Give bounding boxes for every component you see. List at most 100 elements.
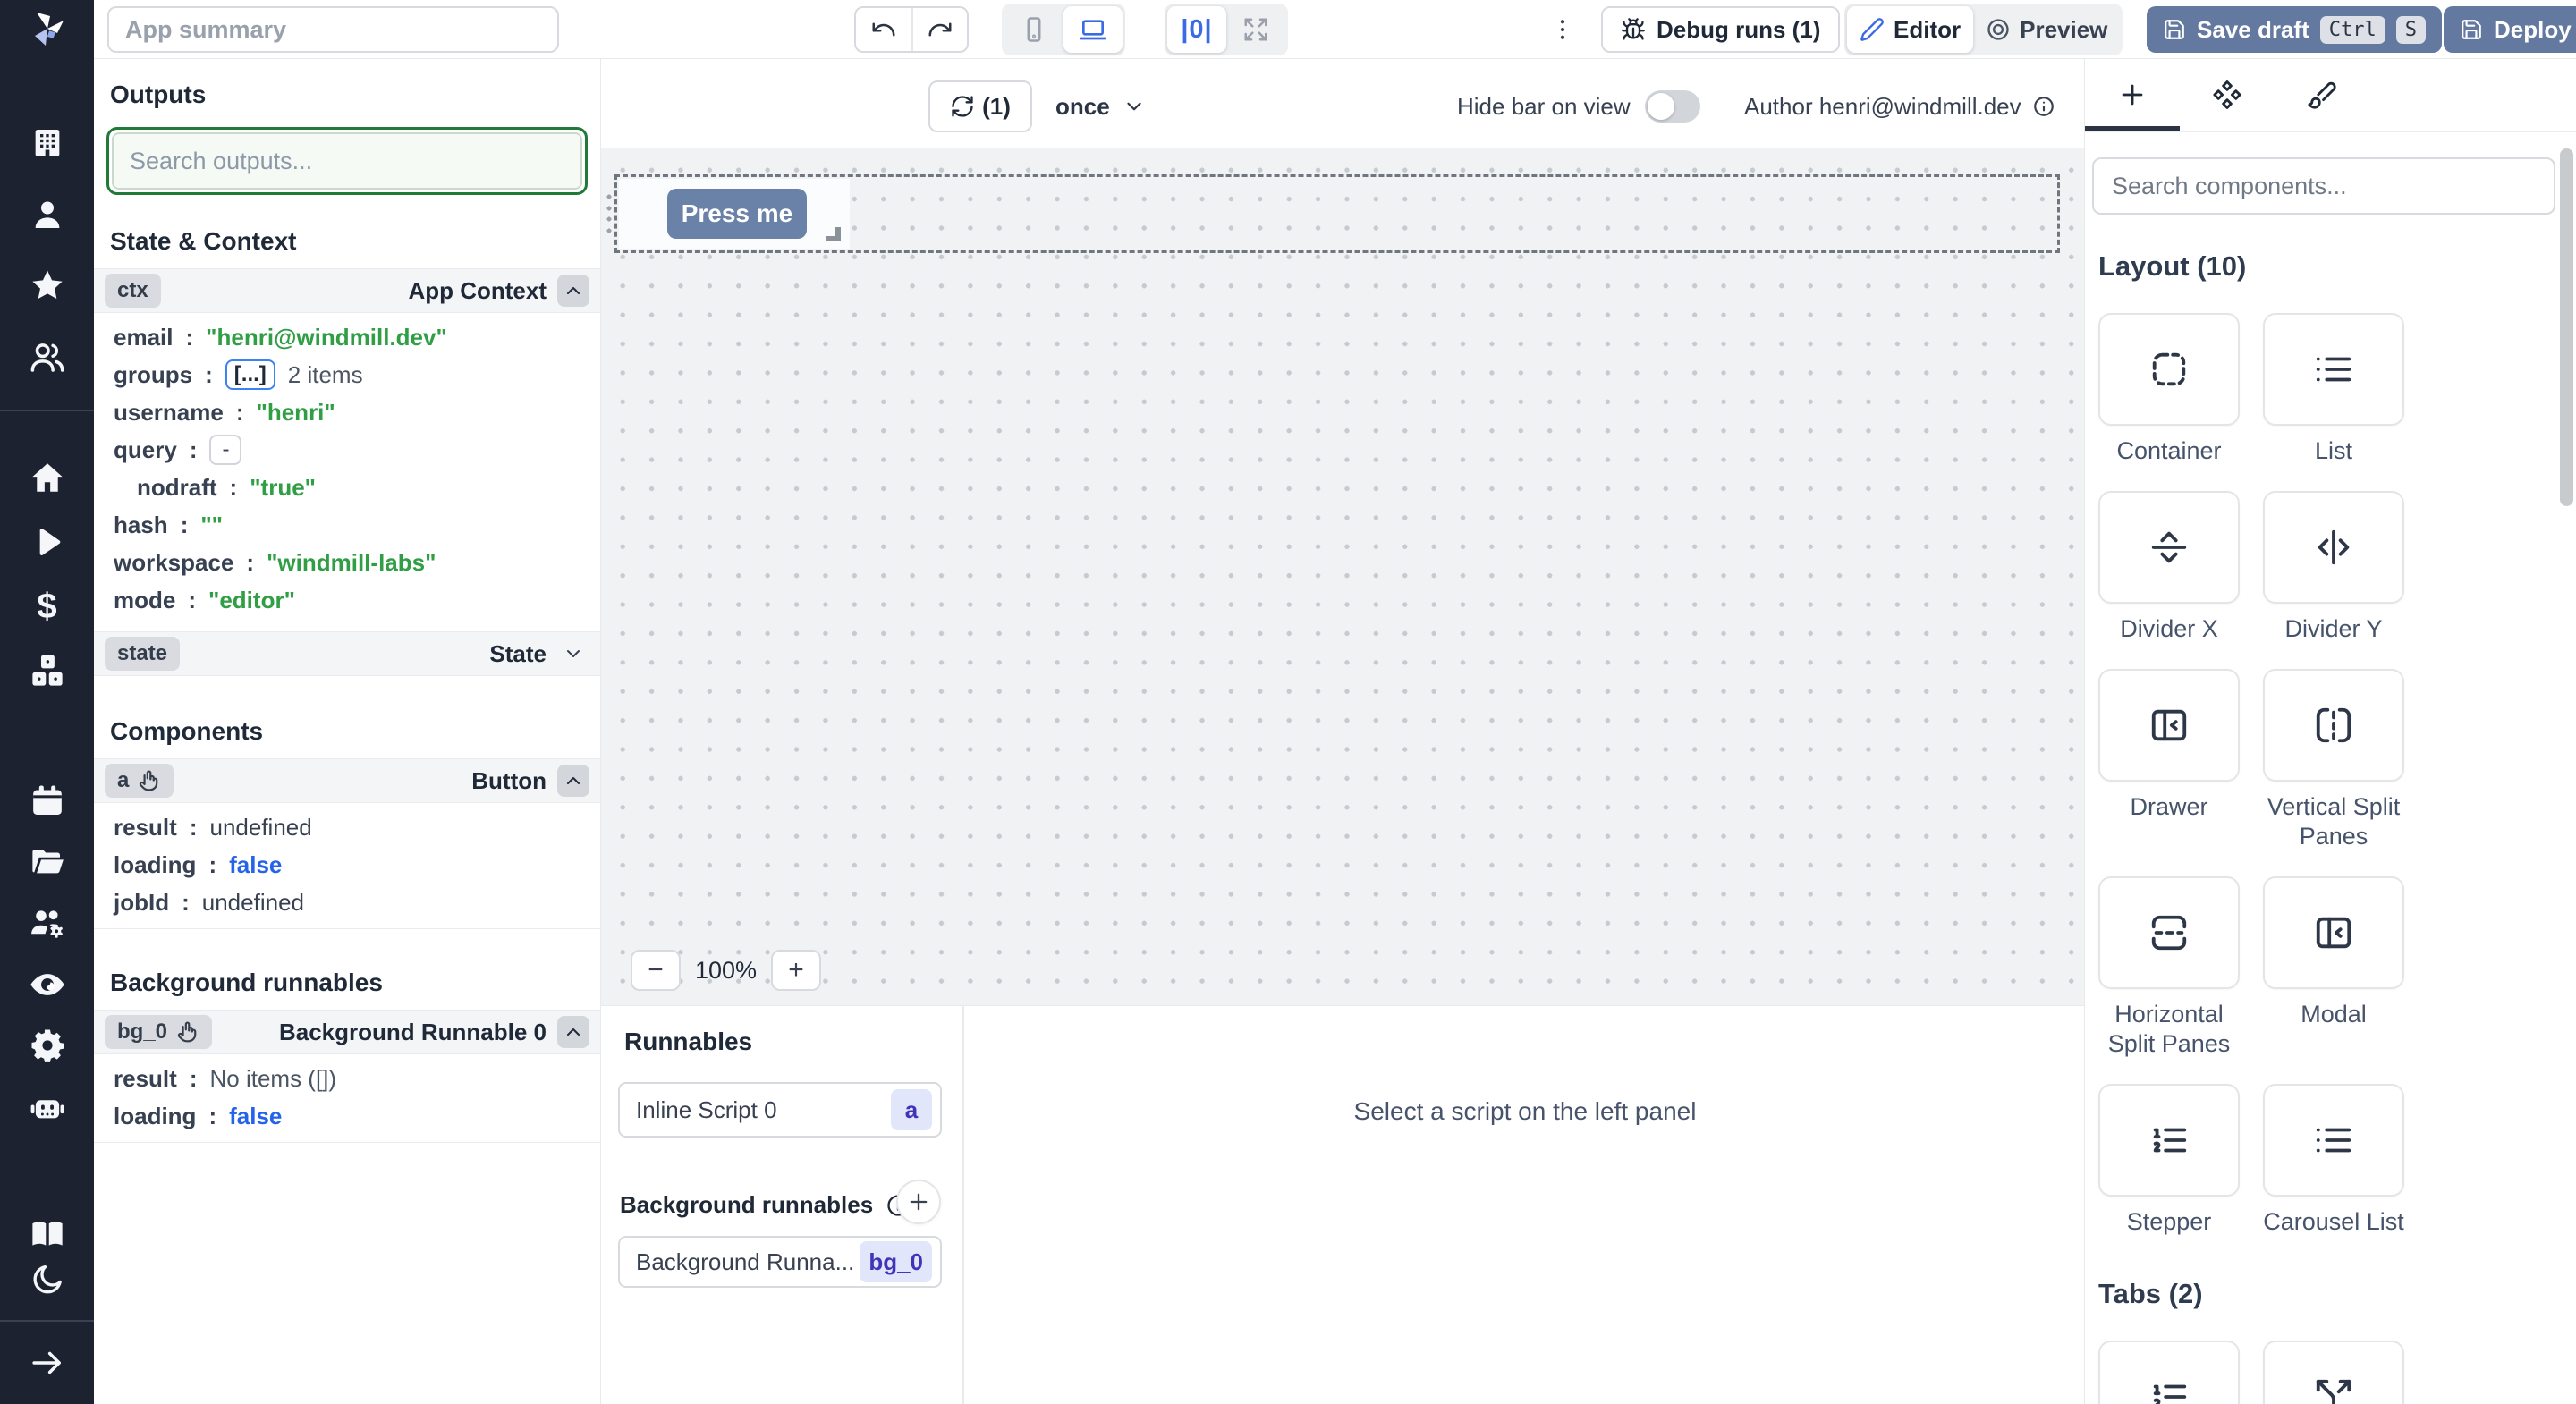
state-header-row[interactable]: state State — [94, 631, 600, 676]
deploy-save-icon — [2462, 20, 2481, 39]
hide-bar-label: Hide bar on view — [1457, 92, 1631, 120]
ctx-collapse-button[interactable] — [557, 275, 589, 307]
more-menu-button[interactable] — [1545, 9, 1580, 50]
settings-gear-icon[interactable] — [26, 1024, 69, 1067]
kbd-s: S — [2395, 15, 2426, 44]
mobile-view-button[interactable] — [1004, 6, 1063, 53]
user-icon[interactable] — [26, 193, 69, 236]
desktop-view-button[interactable] — [1063, 6, 1123, 53]
tabs-grid — [2098, 1340, 2576, 1404]
groups-users-gear-icon[interactable] — [26, 901, 69, 944]
selected-row-outline[interactable]: Press me — [605, 174, 2060, 253]
schedule-dropdown[interactable]: once — [1055, 80, 1146, 132]
kebab-menu-icon — [1560, 20, 1565, 39]
tab-styling[interactable] — [2275, 59, 2369, 131]
bg0-id-badge[interactable]: bg_0 — [105, 1015, 213, 1049]
ctx-row-query: query: - — [94, 431, 600, 469]
horizontal-split-icon — [2151, 915, 2187, 950]
tab-insert-component[interactable] — [2085, 59, 2180, 131]
component-grid-area: Layout (10) Container List Divider X Div… — [2085, 215, 2576, 1404]
component-divider-x[interactable]: Divider X — [2098, 490, 2240, 644]
component-vertical-split[interactable]: Vertical Split Panes — [2263, 668, 2404, 851]
ctx-id-badge[interactable]: ctx — [105, 274, 161, 308]
zoom-in-button[interactable]: + — [771, 950, 822, 991]
ai-robot-icon[interactable] — [26, 1087, 69, 1129]
inline-script-item[interactable]: Inline Script 0 a — [618, 1082, 942, 1138]
deploy-button[interactable]: Deploy — [2444, 6, 2576, 53]
kbd-ctrl: Ctrl — [2319, 15, 2385, 44]
background-runnable-item[interactable]: Background Runna... bg_0 — [618, 1236, 942, 1288]
collapse-arrow-right-icon[interactable] — [26, 1341, 69, 1384]
expand-button[interactable] — [1226, 6, 1285, 53]
modal-icon — [2316, 917, 2351, 948]
container-icon — [2152, 352, 2186, 386]
debug-runs-button[interactable]: Debug runs (1) — [1601, 6, 1841, 53]
app-summary-input[interactable] — [107, 6, 559, 53]
component-modal[interactable]: Modal — [2263, 875, 2404, 1059]
canvas-grid[interactable]: Press me − 100% + — [601, 148, 2084, 1005]
state-id-badge[interactable]: state — [105, 637, 181, 671]
component-tabs[interactable] — [2098, 1340, 2240, 1404]
outputs-title: Outputs — [110, 80, 207, 108]
button-rows: result: undefined loading: false jobId: … — [94, 803, 600, 929]
state-expand-button[interactable] — [557, 638, 589, 670]
component-stepper[interactable]: Stepper — [2098, 1083, 2240, 1237]
button-collapse-button[interactable] — [557, 765, 589, 797]
undo-button[interactable] — [856, 8, 911, 51]
outputs-search-input[interactable] — [112, 132, 582, 190]
groups-array-badge[interactable]: [...] — [225, 359, 275, 390]
schedules-calendar-icon[interactable] — [26, 780, 69, 823]
component-horizontal-split[interactable]: Horizontal Split Panes — [2098, 875, 2240, 1059]
windmill-logo-icon[interactable] — [26, 7, 69, 50]
paintbrush-icon — [2308, 81, 2336, 109]
workspace-building-icon[interactable] — [26, 122, 69, 165]
hide-bar-control: Hide bar on view — [1457, 80, 1700, 132]
components-search-input[interactable] — [2092, 157, 2555, 215]
component-container[interactable]: Container — [2098, 313, 2240, 466]
tab-editor[interactable]: Editor — [1847, 6, 1974, 53]
component-divider-y[interactable]: Divider Y — [2263, 490, 2404, 644]
center-content-icon: |0| — [1181, 14, 1213, 44]
button-component-title: Button — [471, 766, 547, 794]
component-list[interactable]: List — [2263, 313, 2404, 466]
rail-divider — [0, 410, 94, 411]
press-me-button[interactable]: Press me — [667, 189, 807, 239]
empty-hint: Select a script on the left panel — [1353, 1097, 1697, 1125]
save-draft-button[interactable]: Save draft Ctrl S — [2147, 6, 2442, 53]
component-conditional-tabs[interactable] — [2263, 1340, 2404, 1404]
button-component-card[interactable]: Press me — [619, 179, 850, 249]
info-icon[interactable] — [2032, 95, 2055, 118]
dark-mode-moon-icon[interactable] — [26, 1258, 69, 1301]
variables-dollar-icon[interactable]: $ — [26, 585, 69, 628]
hide-bar-toggle[interactable] — [1644, 90, 1700, 123]
docs-book-icon[interactable] — [26, 1213, 69, 1256]
tab-preview[interactable]: Preview — [1973, 6, 2120, 53]
folders-icon[interactable] — [26, 841, 69, 884]
row-drag-handle-icon[interactable] — [605, 194, 614, 233]
button-component-header-row[interactable]: a Button — [94, 758, 600, 803]
component-carousel-list[interactable]: Carousel List — [2263, 1083, 2404, 1237]
zoom-out-button[interactable]: − — [631, 950, 681, 991]
ctx-header-row[interactable]: ctx App Context — [94, 268, 600, 313]
users-icon[interactable] — [26, 336, 69, 379]
bg0-header-row[interactable]: bg_0 Background Runnable 0 — [94, 1010, 600, 1054]
audit-eye-icon[interactable] — [26, 963, 69, 1006]
schedule-value: once — [1055, 92, 1110, 120]
resize-handle[interactable] — [826, 227, 841, 241]
list-ordered-icon — [2153, 1384, 2187, 1404]
runs-play-icon[interactable] — [26, 520, 69, 563]
component-drawer[interactable]: Drawer — [2098, 668, 2240, 851]
bg0-collapse-button[interactable] — [557, 1016, 589, 1048]
refresh-button[interactable]: (1) — [928, 80, 1032, 132]
button-id-badge[interactable]: a — [105, 764, 174, 798]
query-empty-badge[interactable]: - — [209, 435, 242, 465]
scrollbar-thumb[interactable] — [2560, 148, 2573, 506]
tab-component-settings[interactable] — [2180, 59, 2275, 131]
resources-cubes-icon[interactable] — [26, 649, 69, 692]
redo-button[interactable] — [911, 8, 967, 51]
home-icon[interactable] — [26, 456, 69, 499]
favorites-star-icon[interactable] — [26, 265, 69, 308]
center-content-button[interactable]: |0| — [1167, 6, 1226, 53]
layout-section-title: Layout (10) — [2098, 250, 2247, 282]
add-background-runnable-button[interactable] — [896, 1180, 941, 1224]
